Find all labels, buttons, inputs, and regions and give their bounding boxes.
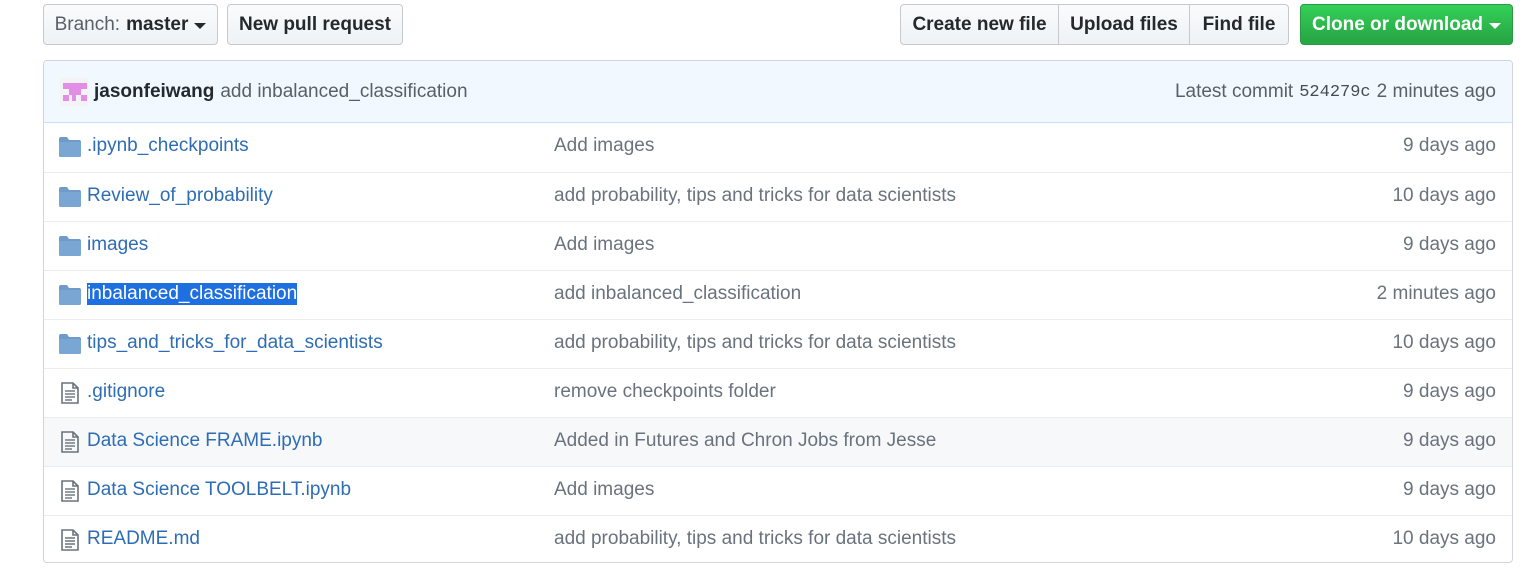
file-commit-message-link[interactable]: add inbalanced_classification: [554, 283, 801, 305]
file-actions-group: Create new file Upload files Find file: [900, 4, 1289, 45]
new-pull-request-button[interactable]: New pull request: [227, 4, 403, 45]
file-commit-age: 9 days ago: [1403, 430, 1496, 451]
file-name-link[interactable]: tips_and_tricks_for_data_scientists: [87, 332, 383, 354]
file-name-link[interactable]: Data Science FRAME.ipynb: [87, 430, 323, 452]
repo-toolbar: Branch: master New pull request Create n…: [43, 4, 1513, 45]
upload-files-button[interactable]: Upload files: [1058, 4, 1190, 45]
branch-prefix-label: Branch:: [54, 13, 121, 35]
commit-time: 2 minutes ago: [1376, 81, 1496, 102]
file-name-link[interactable]: inbalanced_classification: [87, 283, 298, 305]
commit-message-link[interactable]: add inbalanced_classification: [220, 81, 467, 103]
branch-select-button[interactable]: Branch: master: [43, 4, 218, 45]
folder-icon: [59, 236, 81, 256]
file-row: images Add images 9 days ago: [44, 221, 1512, 270]
file-commit-message-link[interactable]: Added in Futures and Chron Jobs from Jes…: [554, 430, 936, 452]
branch-name-label: master: [126, 13, 189, 35]
commit-sha-link[interactable]: 524279c: [1299, 83, 1370, 102]
file-commit-message-link[interactable]: add probability, tips and tricks for dat…: [554, 185, 956, 207]
file-name-link[interactable]: images: [87, 234, 148, 256]
file-commit-message-link[interactable]: add probability, tips and tricks for dat…: [554, 528, 956, 550]
caret-down-icon: [194, 22, 207, 29]
file-commit-age: 9 days ago: [1403, 479, 1496, 500]
folder-icon: [59, 187, 81, 207]
file-icon: [61, 480, 83, 502]
clone-or-download-label: Clone or download: [1312, 13, 1483, 35]
find-file-button[interactable]: Find file: [1189, 4, 1289, 45]
file-icon: [61, 382, 83, 404]
file-name-link[interactable]: .gitignore: [87, 381, 165, 403]
file-row: README.md add probability, tips and tric…: [44, 515, 1512, 562]
file-row: .gitignore remove checkpoints folder 9 d…: [44, 368, 1512, 417]
file-name-link[interactable]: Data Science TOOLBELT.ipynb: [87, 479, 351, 501]
file-commit-message-link[interactable]: Add images: [554, 479, 654, 501]
file-icon: [61, 431, 83, 453]
file-commit-message-link[interactable]: Add images: [554, 234, 654, 256]
file-name-link[interactable]: Review_of_probability: [87, 185, 273, 207]
clone-or-download-button[interactable]: Clone or download: [1300, 4, 1513, 45]
folder-icon: [59, 285, 81, 305]
create-new-file-button[interactable]: Create new file: [900, 4, 1059, 45]
commit-author-link[interactable]: jasonfeiwang: [94, 81, 214, 103]
file-icon: [61, 529, 83, 551]
file-row: Data Science FRAME.ipynb Added in Future…: [44, 417, 1512, 466]
file-row: tips_and_tricks_for_data_scientists add …: [44, 319, 1512, 368]
file-commit-message-link[interactable]: Add images: [554, 135, 654, 157]
file-row: inbalanced_classification add inbalanced…: [44, 270, 1512, 319]
file-name-link[interactable]: README.md: [87, 528, 200, 550]
latest-commit-bar: jasonfeiwang add inbalanced_classificati…: [44, 61, 1512, 123]
file-commit-age: 9 days ago: [1403, 381, 1496, 402]
file-rows: .ipynb_checkpoints Add images 9 days ago…: [44, 123, 1512, 562]
file-commit-age: 10 days ago: [1392, 332, 1496, 353]
file-listing: jasonfeiwang add inbalanced_classificati…: [43, 60, 1513, 563]
file-commit-message-link[interactable]: remove checkpoints folder: [554, 381, 776, 403]
file-commit-age: 9 days ago: [1403, 234, 1496, 255]
file-commit-age: 10 days ago: [1392, 528, 1496, 549]
file-commit-age: 10 days ago: [1392, 185, 1496, 206]
file-commit-age: 2 minutes ago: [1376, 283, 1496, 304]
file-name-link[interactable]: .ipynb_checkpoints: [87, 135, 249, 157]
file-row: .ipynb_checkpoints Add images 9 days ago: [44, 123, 1512, 172]
file-row: Data Science TOOLBELT.ipynb Add images 9…: [44, 466, 1512, 515]
caret-down-icon: [1489, 22, 1501, 29]
file-commit-message-link[interactable]: add probability, tips and tricks for dat…: [554, 332, 956, 354]
latest-commit-label: Latest commit: [1174, 81, 1294, 102]
file-row: Review_of_probability add probability, t…: [44, 172, 1512, 221]
avatar[interactable]: [60, 77, 88, 106]
folder-icon: [59, 137, 81, 157]
commit-meta: Latest commit 524279c 2 minutes ago: [1175, 61, 1496, 123]
file-commit-age: 9 days ago: [1403, 135, 1496, 156]
folder-icon: [59, 334, 81, 354]
